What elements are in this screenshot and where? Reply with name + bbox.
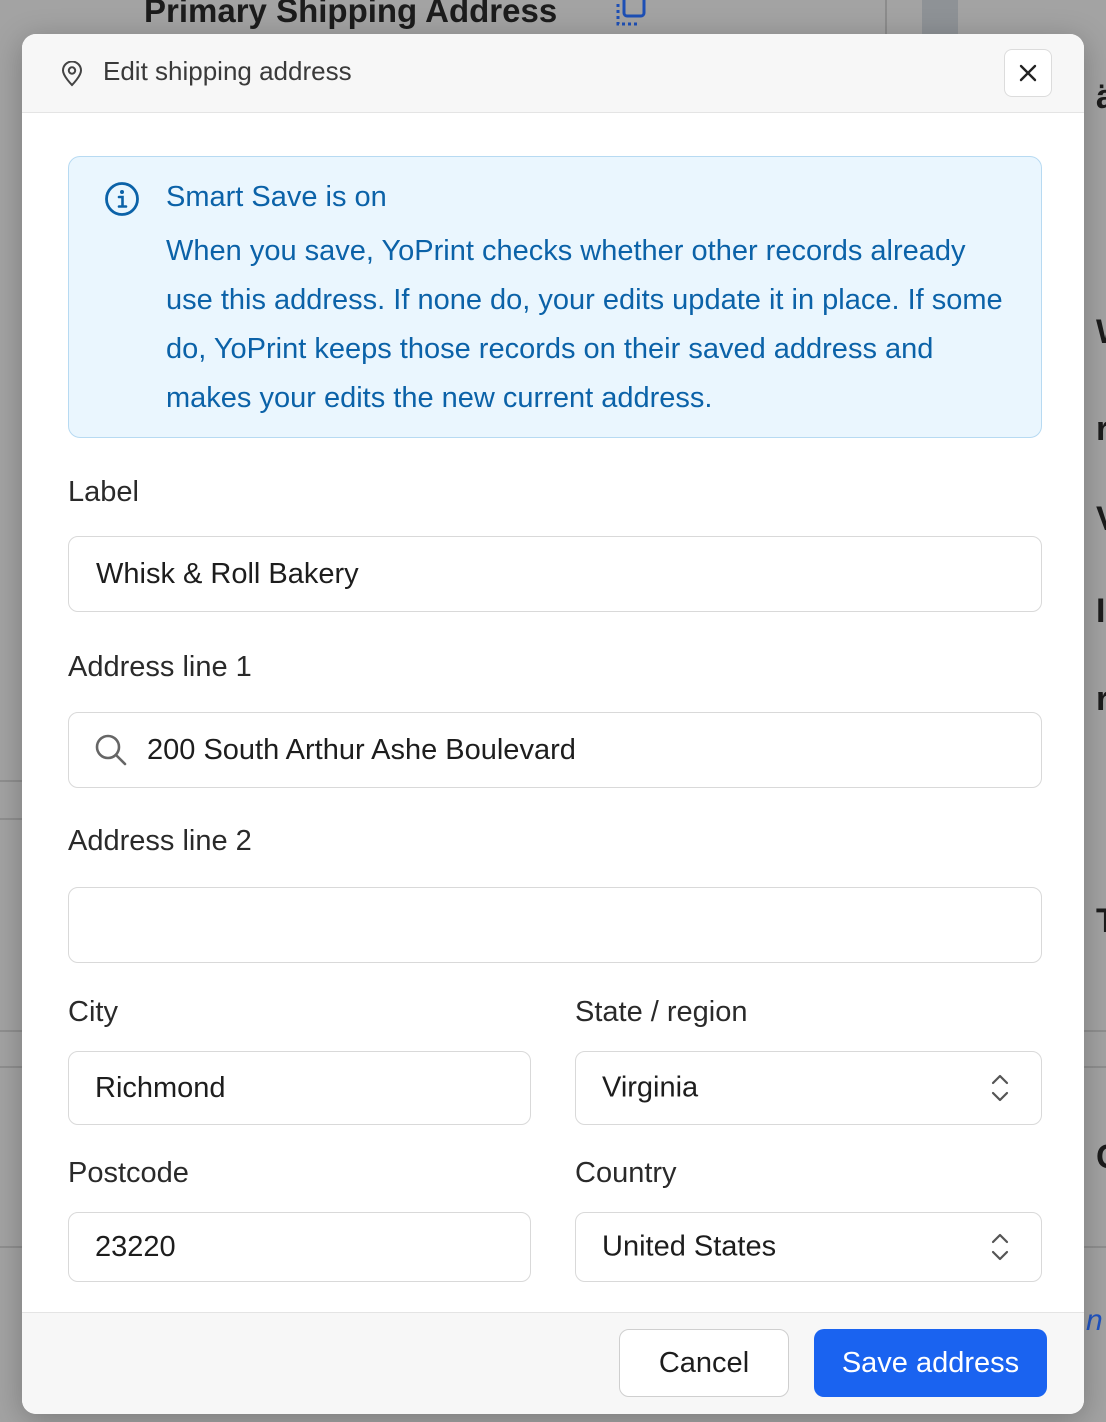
- background-divider: [885, 0, 887, 34]
- background-edge-text: ä: [1096, 78, 1106, 116]
- dialog-header: Edit shipping address: [22, 34, 1084, 113]
- background-page-title: Primary Shipping Address: [144, 0, 558, 29]
- address-line-2-input[interactable]: [68, 887, 1042, 963]
- state-label: State / region: [575, 996, 748, 1028]
- background-edge-text: T: [1096, 902, 1106, 941]
- country-label: Country: [575, 1157, 677, 1189]
- close-button[interactable]: [1004, 49, 1052, 97]
- city-input[interactable]: [68, 1051, 531, 1125]
- background-edge-text: r: [1096, 680, 1106, 718]
- dialog-title: Edit shipping address: [103, 56, 352, 86]
- state-selected-value: Virginia: [602, 1071, 699, 1104]
- country-select[interactable]: United States: [575, 1212, 1042, 1282]
- copy-icon: [616, 0, 646, 26]
- background-row-divider: [1084, 1246, 1106, 1248]
- edit-address-dialog: Edit shipping address Smart Save is on W…: [22, 34, 1084, 1414]
- background-row-divider: [1084, 1030, 1106, 1032]
- close-icon: [1019, 64, 1037, 82]
- label-field-label: Label: [68, 476, 139, 508]
- background-row-divider: [1084, 1066, 1106, 1068]
- notice-body: When you save, YoPrint checks whether ot…: [166, 235, 1003, 414]
- postcode-label: Postcode: [68, 1157, 189, 1189]
- city-label: City: [68, 996, 118, 1028]
- address-line-1-label: Address line 1: [68, 651, 252, 683]
- cancel-button[interactable]: Cancel: [619, 1329, 789, 1397]
- chevron-up-down-icon: [991, 1233, 1009, 1261]
- dialog-footer: Cancel Save address: [22, 1312, 1084, 1414]
- background-edge-text: W: [1096, 313, 1106, 352]
- map-pin-icon: [61, 61, 83, 87]
- country-selected-value: United States: [602, 1230, 777, 1263]
- info-icon: [105, 182, 139, 216]
- background-edge-text: I: [1096, 592, 1106, 630]
- address-line-1-input[interactable]: [68, 712, 1042, 788]
- state-select[interactable]: Virginia: [575, 1051, 1042, 1125]
- chevron-up-down-icon: [991, 1074, 1009, 1102]
- background-row-divider: [0, 780, 22, 782]
- background-edge-text: r: [1096, 410, 1106, 448]
- background-row-divider: [0, 1066, 22, 1068]
- save-address-button[interactable]: Save address: [814, 1329, 1047, 1397]
- background-link: n: [1086, 1304, 1103, 1337]
- notice-title: Smart Save is on: [166, 181, 387, 213]
- background-edge-text: V: [1096, 500, 1106, 539]
- search-icon: [95, 734, 127, 766]
- background-row-divider: [0, 1030, 22, 1032]
- label-input[interactable]: [68, 536, 1042, 612]
- background-row-divider: [0, 1246, 22, 1248]
- smart-save-notice: Smart Save is on When you save, YoPrint …: [68, 156, 1042, 438]
- address-line-2-label: Address line 2: [68, 825, 252, 857]
- background-edge-text: C: [1096, 1138, 1106, 1177]
- background-row-divider: [0, 818, 22, 820]
- postcode-input[interactable]: [68, 1212, 531, 1282]
- background-avatar: [922, 0, 958, 34]
